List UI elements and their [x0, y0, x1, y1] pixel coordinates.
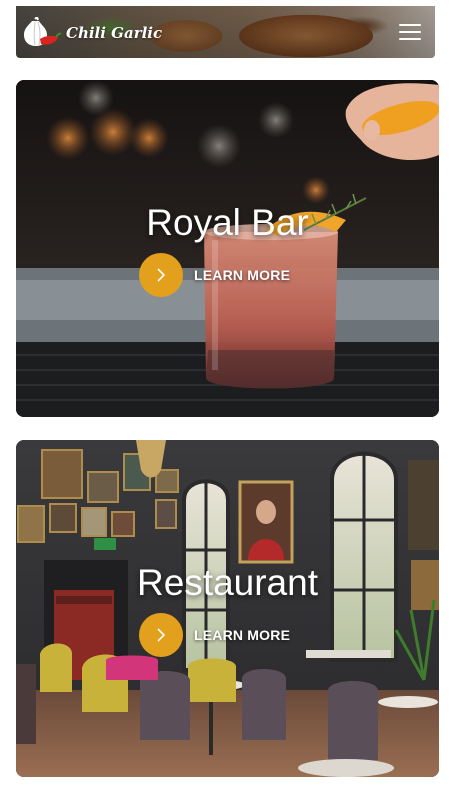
site-header: Chili Garlic	[16, 6, 435, 58]
learn-more-label: LEARN MORE	[194, 267, 291, 283]
chevron-right-icon	[139, 613, 183, 657]
hamburger-menu-icon[interactable]	[399, 23, 421, 41]
learn-more-button[interactable]: LEARN MORE	[139, 613, 290, 657]
chevron-right-icon	[139, 253, 183, 297]
cocktail-photo	[16, 80, 439, 417]
learn-more-label: LEARN MORE	[194, 627, 291, 643]
brand-logo[interactable]: Chili Garlic	[18, 15, 163, 49]
garlic-chili-logo-icon	[18, 15, 62, 49]
restaurant-card[interactable]: Restaurant LEARN MORE	[16, 440, 439, 777]
restaurant-interior-photo	[16, 440, 439, 777]
card-title: Restaurant	[137, 562, 318, 603]
card-title: Royal Bar	[146, 202, 309, 243]
brand-name: Chili Garlic	[66, 24, 163, 42]
learn-more-button[interactable]: LEARN MORE	[139, 253, 290, 297]
royal-bar-card[interactable]: Royal Bar LEARN MORE	[16, 80, 439, 417]
